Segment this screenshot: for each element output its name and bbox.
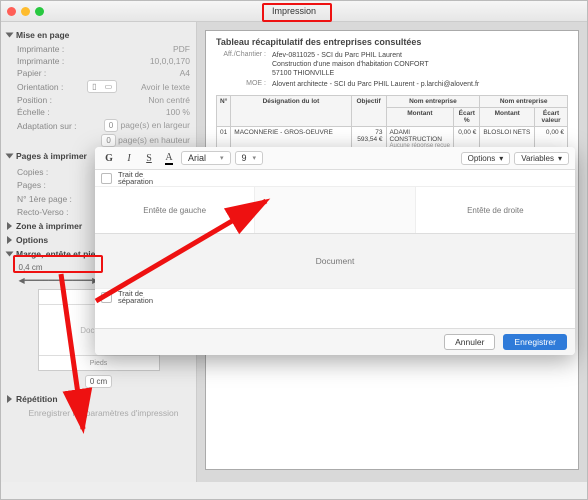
minimize-icon[interactable] bbox=[21, 7, 30, 16]
orientation-row[interactable]: Orientation : ▯▭ Avoir le texte bbox=[17, 80, 190, 93]
font-size-select[interactable]: 9▾ bbox=[235, 151, 264, 165]
chevron-down-icon: ▾ bbox=[253, 154, 257, 162]
checkbox-icon[interactable] bbox=[101, 292, 112, 303]
footer-stepper[interactable]: 0 cm bbox=[85, 375, 112, 388]
thumb-footer[interactable]: Pieds bbox=[39, 355, 159, 370]
zoom-icon[interactable] bbox=[35, 7, 44, 16]
orientation-toggle[interactable]: ▯▭ bbox=[87, 80, 117, 93]
chevron-down-icon: ▾ bbox=[558, 154, 562, 163]
report-title: Tableau récapitulatif des entreprises co… bbox=[216, 37, 568, 47]
save-button[interactable]: Enregistrer bbox=[503, 334, 567, 350]
options-dropdown[interactable]: Options▾ bbox=[461, 152, 511, 165]
titlebar: Impression bbox=[1, 1, 587, 22]
italic-button[interactable]: I bbox=[121, 150, 137, 166]
font-select[interactable]: Arial▾ bbox=[181, 151, 231, 165]
chevron-right-icon bbox=[7, 395, 12, 403]
portrait-icon: ▯ bbox=[88, 81, 100, 92]
traffic-lights bbox=[7, 7, 44, 16]
bottom-separator-row[interactable]: Trait de séparation bbox=[95, 288, 575, 305]
section-repetition[interactable]: Répétition bbox=[7, 394, 190, 404]
arrows-icon: ◀━━━━━━━━━━━━━━▶ bbox=[19, 276, 99, 285]
header-center-cell[interactable] bbox=[255, 187, 415, 233]
window-title: Impression bbox=[272, 6, 316, 16]
header-left-cell[interactable]: Entête de gauche bbox=[95, 187, 255, 233]
section-mise-en-page[interactable]: Mise en page bbox=[7, 30, 190, 40]
chevron-right-icon bbox=[7, 236, 12, 244]
pages-width-stepper[interactable]: 0 bbox=[104, 119, 118, 132]
landscape-icon: ▭ bbox=[101, 81, 117, 92]
bold-button[interactable]: G bbox=[101, 150, 117, 166]
cancel-button[interactable]: Annuler bbox=[444, 334, 495, 350]
underline-button[interactable]: S bbox=[141, 150, 157, 166]
save-params-button[interactable]: Enregistrer les paramètres d'impression bbox=[17, 408, 190, 418]
header-footer-dialog: G I S A Arial▾ 9▾ Options▾ Variables▾ Tr… bbox=[95, 147, 575, 355]
chevron-down-icon bbox=[6, 154, 14, 159]
close-icon[interactable] bbox=[7, 7, 16, 16]
chevron-right-icon bbox=[7, 222, 12, 230]
text-color-button[interactable]: A bbox=[161, 150, 177, 166]
chantier-lines: Afev-0811025 - SCI du Parc PHIL LaurentC… bbox=[272, 51, 429, 78]
chevron-down-icon: ▾ bbox=[220, 154, 224, 162]
print-window: Impression Mise en page Imprimante :PDF … bbox=[0, 0, 588, 500]
header-right-cell[interactable]: Entête de droite bbox=[416, 187, 575, 233]
chevron-down-icon: ▾ bbox=[499, 154, 503, 163]
chevron-down-icon bbox=[6, 33, 14, 38]
checkbox-icon[interactable] bbox=[101, 173, 112, 184]
pages-height-stepper[interactable]: 0 bbox=[101, 134, 115, 147]
chevron-down-icon bbox=[6, 252, 14, 257]
document-placeholder: Document bbox=[95, 234, 575, 288]
variables-dropdown[interactable]: Variables▾ bbox=[514, 152, 569, 165]
top-separator-row[interactable]: Trait de séparation bbox=[95, 170, 575, 187]
format-toolbar: G I S A Arial▾ 9▾ Options▾ Variables▾ bbox=[95, 147, 575, 170]
